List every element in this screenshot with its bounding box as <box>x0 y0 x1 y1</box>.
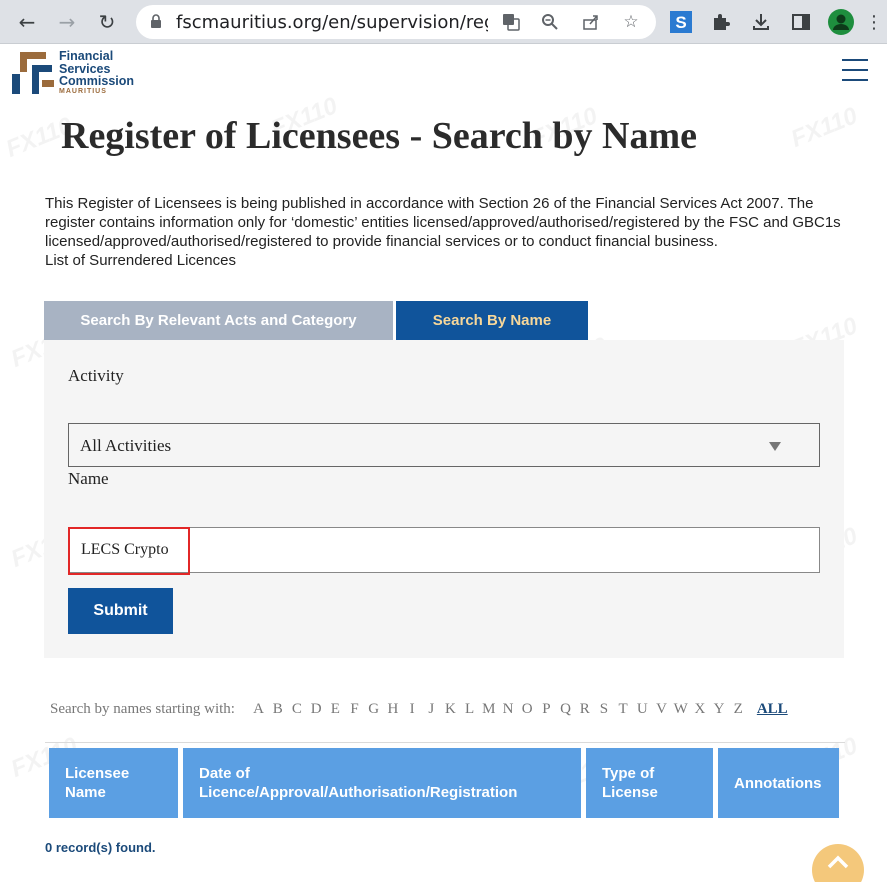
intro-text: This Register of Licensees is being publ… <box>45 194 845 270</box>
intro-paragraph: This Register of Licensees is being publ… <box>45 195 841 250</box>
download-icon[interactable] <box>748 9 774 35</box>
letter-link[interactable]: W <box>671 701 690 718</box>
url-text: fscmauritius.org/en/supervision/reg... <box>176 12 488 33</box>
hamburger-menu-icon[interactable] <box>842 59 868 81</box>
letter-link[interactable]: F <box>345 701 364 718</box>
letter-link[interactable]: M <box>479 701 498 718</box>
letter-link[interactable]: N <box>498 701 517 718</box>
highlight-annotation <box>68 527 190 575</box>
address-bar[interactable]: fscmauritius.org/en/supervision/reg... ☆ <box>136 5 656 39</box>
letter-link[interactable]: C <box>287 701 306 718</box>
dropdown-arrow-icon <box>769 442 781 451</box>
side-panel-icon[interactable] <box>788 9 814 35</box>
letter-link[interactable]: Y <box>709 701 728 718</box>
letter-link[interactable]: H <box>383 701 402 718</box>
activity-select-value: All Activities <box>80 436 172 455</box>
chevron-up-icon <box>827 855 849 869</box>
letter-link[interactable]: B <box>268 701 287 718</box>
column-header-type: Type of License <box>586 748 713 818</box>
letter-link[interactable]: P <box>537 701 556 718</box>
logo-line-financial: Financial <box>59 49 114 63</box>
letter-link[interactable]: J <box>422 701 441 718</box>
profile-avatar-icon[interactable] <box>828 9 854 35</box>
letter-link[interactable]: E <box>326 701 345 718</box>
letter-link[interactable]: O <box>518 701 537 718</box>
letter-link[interactable]: Z <box>729 701 748 718</box>
browser-toolbar: ← → ↻ fscmauritius.org/en/supervision/re… <box>0 0 887 44</box>
scroll-to-top-button[interactable] <box>812 844 864 882</box>
letter-link[interactable]: Q <box>556 701 575 718</box>
watermark: FX110 <box>787 102 862 153</box>
letter-link[interactable]: A <box>249 701 268 718</box>
column-header-licensee-name: Licensee Name <box>49 748 178 818</box>
page-title: Register of Licensees - Search by Name <box>61 115 698 157</box>
letter-link[interactable]: R <box>575 701 594 718</box>
letter-link[interactable]: L <box>460 701 479 718</box>
activity-select[interactable]: All Activities <box>68 423 820 467</box>
letter-link[interactable]: X <box>690 701 709 718</box>
alphabet-filter: Search by names starting with: A B C D E… <box>50 699 788 719</box>
letter-link[interactable]: V <box>652 701 671 718</box>
extension-s-icon[interactable]: S <box>668 9 694 35</box>
zoom-icon[interactable] <box>539 11 561 33</box>
forward-icon[interactable]: → <box>53 8 81 36</box>
logo-text: Financial Services Commission <box>59 50 134 88</box>
letter-link[interactable]: K <box>441 701 460 718</box>
share-icon[interactable] <box>580 11 602 33</box>
letter-link[interactable]: I <box>402 701 421 718</box>
fsc-logo[interactable]: Financial Services Commission MAURITIUS <box>12 50 142 98</box>
letter-link[interactable]: D <box>307 701 326 718</box>
bookmark-star-icon[interactable]: ☆ <box>620 11 642 33</box>
letter-link[interactable]: G <box>364 701 383 718</box>
lock-icon <box>151 14 161 28</box>
fsc-logo-mark-icon <box>12 52 54 94</box>
record-count: 0 record(s) found. <box>45 840 156 855</box>
divider <box>45 742 845 743</box>
name-label: Name <box>68 469 109 488</box>
column-header-annotations: Annotations <box>718 748 839 818</box>
letter-link[interactable]: S <box>594 701 613 718</box>
svg-text:S: S <box>675 13 686 32</box>
back-icon[interactable]: ← <box>13 8 41 36</box>
reload-icon[interactable]: ↻ <box>93 8 121 36</box>
letter-link-all[interactable]: ALL <box>757 701 788 718</box>
alphabet-prefix: Search by names starting with: <box>50 700 235 717</box>
tab-search-by-acts[interactable]: Search By Relevant Acts and Category <box>44 301 393 340</box>
submit-button[interactable]: Submit <box>68 588 173 634</box>
activity-label: Activity <box>68 366 124 385</box>
tab-search-by-name[interactable]: Search By Name <box>396 301 588 340</box>
logo-subtitle: MAURITIUS <box>59 88 107 95</box>
menu-dots-icon[interactable]: ⋮ <box>865 9 883 35</box>
letter-link[interactable]: U <box>633 701 652 718</box>
logo-line-commission: Commission <box>59 74 135 88</box>
extensions-puzzle-icon[interactable] <box>708 9 734 35</box>
letter-link[interactable]: T <box>614 701 633 718</box>
column-header-date: Date of Licence/Approval/Authorisation/R… <box>183 748 581 818</box>
surrendered-licences-link[interactable]: List of Surrendered Licences <box>45 251 845 270</box>
translate-icon[interactable] <box>500 11 522 33</box>
